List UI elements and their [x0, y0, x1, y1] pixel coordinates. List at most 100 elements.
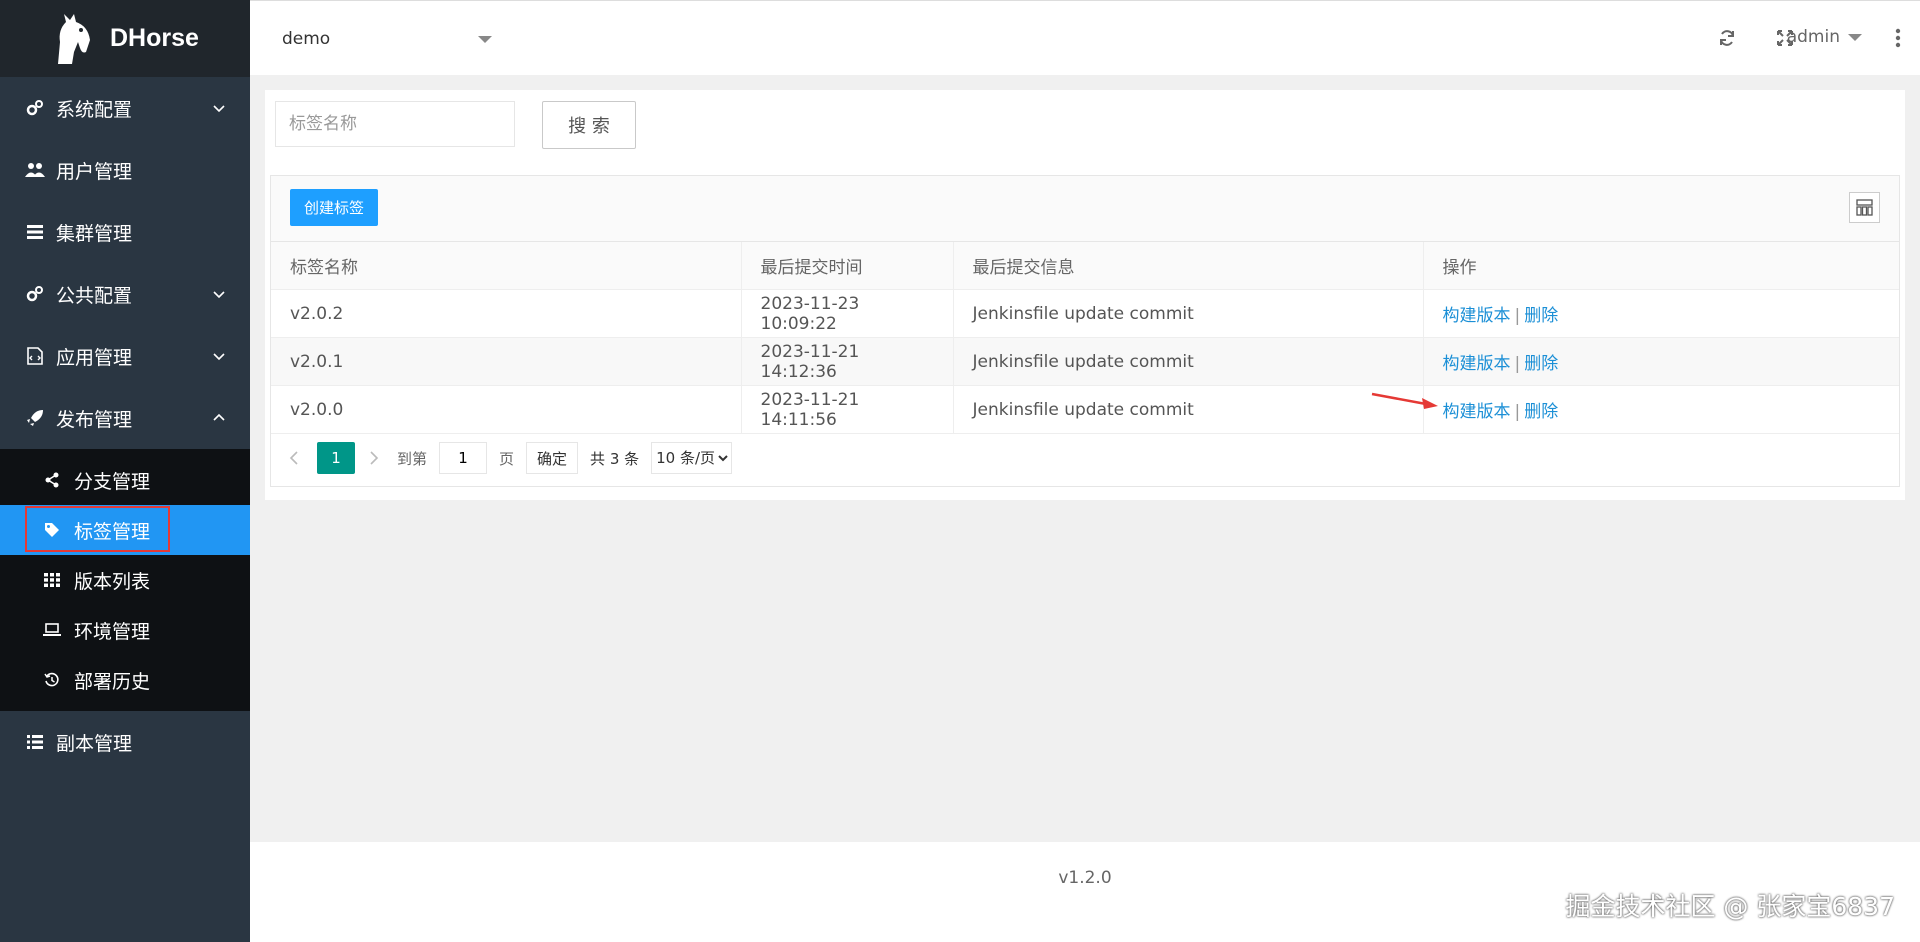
build-version-link[interactable]: 构建版本 [1443, 402, 1511, 422]
chevron-down-icon [213, 353, 225, 361]
sidebar-subitem-tag[interactable]: 标签管理 [0, 505, 250, 555]
history-icon [42, 670, 62, 690]
page-number-current[interactable]: 1 [317, 442, 355, 474]
commit-message-cell: Jenkinsfile update commit [953, 337, 1424, 386]
sidebar-item-users[interactable]: 用户管理 [0, 139, 250, 201]
page-unit-label: 页 [499, 449, 515, 468]
chevron-down-icon [213, 105, 225, 113]
sidebar-item-public-config[interactable]: 公共配置 [0, 263, 250, 325]
sidebar-subitem-version[interactable]: 版本列表 [0, 555, 250, 605]
logo[interactable]: DHorse [0, 0, 250, 77]
horse-logo-icon [58, 13, 90, 64]
app-select[interactable]: demo [282, 25, 492, 53]
gears-icon [24, 97, 46, 119]
commit-time-cell: 2023-11-21 14:11:56 [741, 385, 954, 434]
tag-name-cell: v2.0.0 [271, 385, 742, 434]
sidebar-subitem-label: 版本列表 [74, 570, 151, 593]
goto-page-input[interactable] [439, 442, 488, 474]
sidebar-item-system-config[interactable]: 系统配置 [0, 77, 250, 139]
watermark-credit: 掘金技术社区 @ 张家宝6837 [1565, 892, 1895, 921]
sidebar-item-label: 发布管理 [56, 408, 133, 431]
refresh-icon[interactable] [1716, 27, 1738, 49]
sidebar: DHorse 系统配置 用户管理 集群管理 公共配置 应用管理 发布管理 分支管… [0, 0, 250, 942]
delete-link[interactable]: 删除 [1524, 402, 1558, 422]
chevron-right-icon[interactable] [369, 451, 383, 465]
column-header[interactable]: 操作 [1423, 242, 1899, 290]
build-version-link[interactable]: 构建版本 [1443, 354, 1511, 374]
sidebar-item-label: 公共配置 [56, 284, 133, 307]
sidebar-subitem-label: 分支管理 [74, 470, 151, 493]
sidebar-subitem-label: 环境管理 [74, 620, 151, 643]
commit-time-cell: 2023-11-21 14:12:36 [741, 337, 954, 386]
server-icon [24, 221, 46, 243]
delete-link[interactable]: 删除 [1524, 354, 1558, 374]
commit-message-cell: Jenkinsfile update commit [953, 385, 1424, 434]
caret-down-icon [1848, 33, 1862, 41]
sidebar-item-release[interactable]: 发布管理 [0, 387, 250, 449]
sidebar-item-app[interactable]: 应用管理 [0, 325, 250, 387]
column-header[interactable]: 最后提交时间 [741, 242, 954, 290]
delete-link[interactable]: 删除 [1524, 306, 1558, 326]
table-toolbar: 创建标签 [271, 176, 1899, 242]
user-menu[interactable]: admin [1787, 27, 1862, 47]
commit-message-cell: Jenkinsfile update commit [953, 289, 1424, 338]
sidebar-item-label: 集群管理 [56, 222, 133, 245]
rocket-icon [24, 407, 46, 429]
caret-down-icon [478, 36, 492, 43]
annotation-highlight-box [25, 506, 170, 552]
sidebar-item-label: 用户管理 [56, 160, 133, 183]
table-row: v2.0.1 2023-11-21 14:12:36 Jenkinsfile u… [271, 337, 1899, 386]
file-code-icon [24, 345, 46, 367]
action-separator: | [1514, 306, 1521, 326]
laptop-icon [42, 620, 62, 640]
column-header[interactable]: 标签名称 [271, 242, 742, 290]
tag-name-search-input[interactable] [275, 101, 515, 147]
sidebar-item-replica[interactable]: 副本管理 [0, 711, 250, 773]
footer: v1.2.0 掘金技术社区 @ 张家宝6837 [250, 842, 1920, 942]
pagination: 1 到第 页 确定 共 3 条 10 条/页 [271, 434, 1899, 482]
main-card: 搜 索 创建标签 标签名称 最后提交时间 最后提交信息 操作 v2.0.2 [265, 90, 1905, 500]
tag-table: 标签名称 最后提交时间 最后提交信息 操作 v2.0.2 2023-11-23 … [271, 242, 1899, 434]
username: admin [1786, 27, 1840, 47]
table-row: v2.0.2 2023-11-23 10:09:22 Jenkinsfile u… [271, 289, 1899, 338]
chevron-down-icon [213, 291, 225, 299]
commit-time-cell: 2023-11-23 10:09:22 [741, 289, 954, 338]
create-tag-button[interactable]: 创建标签 [290, 189, 378, 226]
share-icon [42, 470, 62, 490]
grid-icon [42, 570, 62, 590]
top-header: demo admin [250, 0, 1920, 75]
sidebar-item-label: 应用管理 [56, 346, 133, 369]
table-row: v2.0.0 2023-11-21 14:11:56 Jenkinsfile u… [271, 385, 1899, 434]
brand-name: DHorse [110, 24, 199, 52]
goto-label: 到第 [397, 449, 428, 468]
tag-name-cell: v2.0.2 [271, 289, 742, 338]
total-count: 共 3 条 [590, 449, 640, 468]
app-select-value: demo [282, 29, 331, 49]
version-label: v1.2.0 [1058, 868, 1112, 888]
sidebar-subitem-history[interactable]: 部署历史 [0, 655, 250, 705]
sidebar-subitem-branch[interactable]: 分支管理 [0, 455, 250, 505]
sidebar-subitem-label: 部署历史 [74, 670, 151, 693]
sidebar-subitem-env[interactable]: 环境管理 [0, 605, 250, 655]
page-size-select[interactable]: 10 条/页 [651, 442, 733, 474]
action-separator: | [1514, 402, 1521, 422]
goto-confirm-button[interactable]: 确定 [526, 442, 579, 474]
more-vertical-icon[interactable] [1894, 27, 1902, 49]
chevron-left-icon[interactable] [289, 451, 303, 465]
sidebar-item-label: 系统配置 [56, 98, 133, 121]
tag-name-cell: v2.0.1 [271, 337, 742, 386]
column-header[interactable]: 最后提交信息 [953, 242, 1424, 290]
columns-filter-icon[interactable] [1849, 192, 1880, 223]
annotation-arrow-icon [1371, 392, 1438, 409]
search-button[interactable]: 搜 索 [542, 101, 636, 149]
sidebar-item-label: 副本管理 [56, 732, 133, 755]
release-submenu: 分支管理 标签管理 版本列表 环境管理 部署历史 [0, 449, 250, 711]
tag-table-container: 创建标签 标签名称 最后提交时间 最后提交信息 操作 v2.0.2 2023-1… [270, 175, 1900, 487]
sidebar-item-cluster[interactable]: 集群管理 [0, 201, 250, 263]
gears-icon [24, 283, 46, 305]
action-separator: | [1514, 354, 1521, 374]
table-header-row: 标签名称 最后提交时间 最后提交信息 操作 [271, 242, 1899, 290]
build-version-link[interactable]: 构建版本 [1443, 306, 1511, 326]
actions-cell: 构建版本 | 删除 [1423, 289, 1899, 338]
list-icon [24, 731, 46, 753]
